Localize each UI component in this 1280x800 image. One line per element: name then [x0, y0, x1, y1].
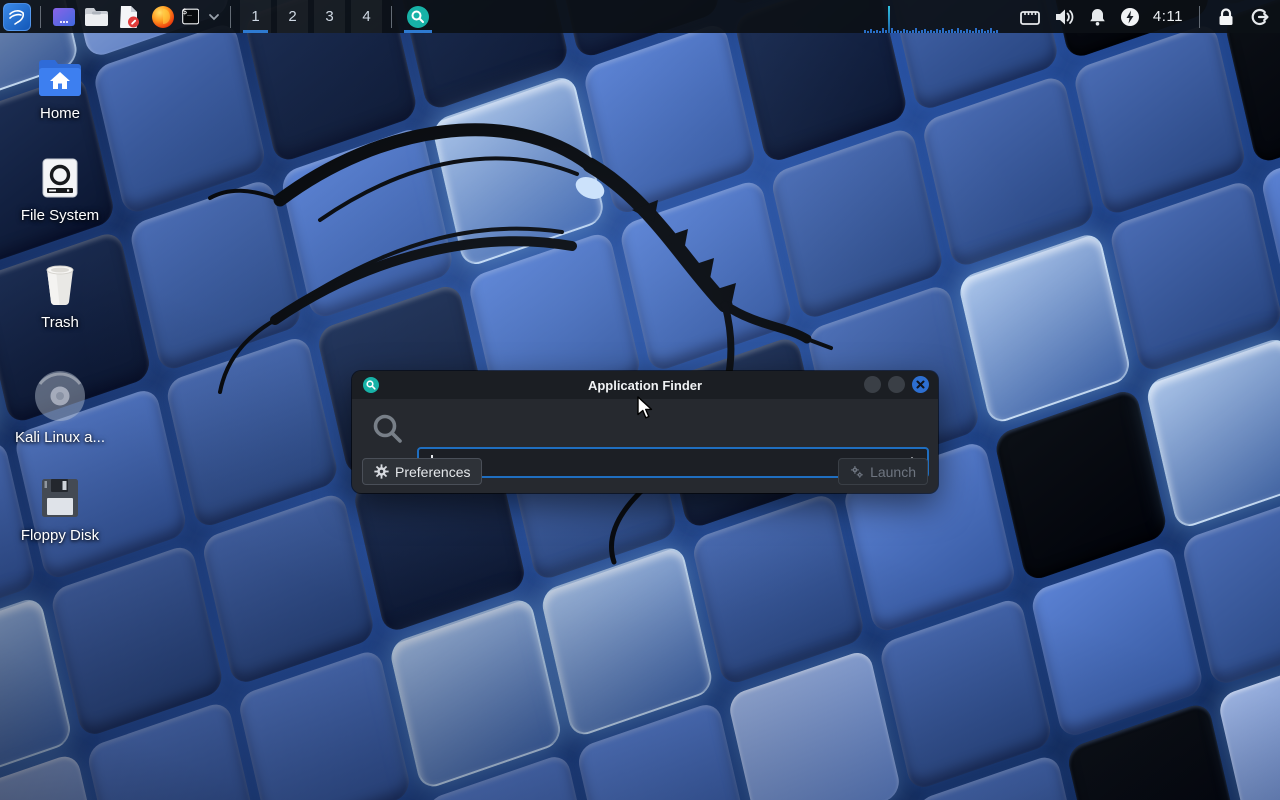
- launcher-firefox[interactable]: [149, 3, 176, 30]
- workspace-button-1[interactable]: 1: [240, 0, 271, 33]
- desktop-icon-label: Trash: [41, 314, 79, 331]
- close-button[interactable]: [912, 376, 929, 393]
- launcher-terminal[interactable]: $_: [182, 3, 209, 30]
- button-row: Preferences Launch: [352, 458, 938, 485]
- hard-drive-icon: [38, 156, 82, 200]
- window-titlebar[interactable]: Application Finder: [352, 371, 938, 399]
- application-finder-icon: [363, 377, 379, 393]
- document-icon: [118, 5, 141, 29]
- volume-icon[interactable]: [1054, 7, 1075, 27]
- close-icon: [916, 380, 925, 389]
- desktop-screen: $_ 1 2 3 4: [0, 0, 1280, 800]
- kali-dragon-icon: [7, 7, 27, 27]
- launch-button[interactable]: Launch: [838, 458, 928, 485]
- floppy-disk-icon: [38, 476, 82, 520]
- desktop-icon-floppy-disk[interactable]: Floppy Disk: [0, 476, 120, 544]
- home-folder-icon: [36, 56, 84, 98]
- desktop-icon-label: Kali Linux a...: [15, 429, 105, 446]
- chevron-down-icon[interactable]: [207, 10, 221, 24]
- magnifier-icon: [406, 5, 430, 29]
- power-manager-icon[interactable]: [1120, 7, 1140, 27]
- desktop-icon-label: Floppy Disk: [21, 527, 99, 544]
- launcher-desktop-app[interactable]: [50, 3, 77, 30]
- notifications-bell-icon[interactable]: [1088, 7, 1107, 27]
- search-row: [352, 399, 938, 461]
- folder-icon: [84, 6, 109, 27]
- desktop-icon-trash[interactable]: Trash: [0, 263, 120, 331]
- panel-right: 4:11: [864, 0, 1280, 33]
- kali-menu-button[interactable]: [3, 3, 31, 31]
- launch-label: Launch: [870, 464, 916, 480]
- minimize-button[interactable]: [864, 376, 881, 393]
- launcher-file-manager[interactable]: [83, 3, 110, 30]
- panel-left: $_ 1 2 3 4: [0, 0, 435, 33]
- trash-icon: [38, 263, 82, 307]
- terminal-glyph: $_: [182, 8, 192, 16]
- desktop-app-icon: [52, 6, 76, 28]
- launcher-text-editor[interactable]: [116, 3, 143, 30]
- workspace-button-2[interactable]: 2: [277, 0, 308, 33]
- application-finder-window: Application Finder: [352, 371, 938, 493]
- panel-separator: [230, 6, 231, 28]
- taskbar-application-finder[interactable]: [401, 0, 435, 33]
- logout-icon[interactable]: [1249, 7, 1270, 27]
- disc-image-icon: [34, 370, 86, 422]
- maximize-button[interactable]: [888, 376, 905, 393]
- firefox-icon: [151, 5, 175, 29]
- desktop-icon-home[interactable]: Home: [0, 56, 120, 122]
- gear-icon: [374, 464, 389, 479]
- search-icon: [371, 412, 405, 446]
- preferences-label: Preferences: [395, 464, 470, 480]
- cpu-graph[interactable]: [864, 0, 1006, 33]
- workspace-button-4[interactable]: 4: [351, 0, 382, 33]
- workspace-button-3[interactable]: 3: [314, 0, 345, 33]
- panel-separator: [1199, 6, 1200, 28]
- desktop-icon-label: File System: [21, 207, 99, 224]
- preferences-button[interactable]: Preferences: [362, 458, 482, 485]
- clock[interactable]: 4:11: [1153, 8, 1183, 25]
- desktop-icon-label: Home: [40, 105, 80, 122]
- lock-icon[interactable]: [1216, 7, 1236, 27]
- desktop-icon-file-system[interactable]: File System: [0, 156, 120, 224]
- desktop-icon-kali-iso[interactable]: Kali Linux a...: [0, 370, 120, 446]
- launch-gears-icon: [850, 465, 864, 479]
- window-title: Application Finder: [588, 378, 702, 393]
- top-panel: $_ 1 2 3 4: [0, 0, 1280, 33]
- network-icon[interactable]: [1019, 8, 1041, 26]
- panel-separator: [391, 6, 392, 28]
- panel-separator: [40, 6, 41, 28]
